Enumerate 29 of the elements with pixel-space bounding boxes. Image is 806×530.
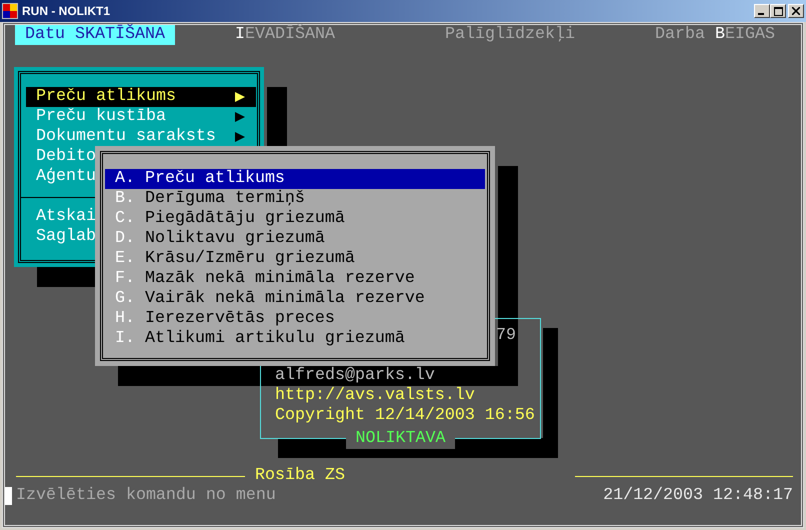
report-menu-item[interactable]: E. Krāsu/Izmēru griezumā [105, 249, 485, 269]
report-menu-item[interactable]: G. Vairāk nekā minimāla rezerve [105, 289, 485, 309]
info-line: 79 [496, 326, 516, 346]
maximize-icon [774, 6, 782, 16]
info-line: Copyright 12/14/2003 16:56 [275, 406, 535, 426]
report-menu-item[interactable]: D. Noliktavu griezumā [105, 229, 485, 249]
menu-item[interactable]: IEVADĪŠANA [225, 25, 345, 45]
menu-item[interactable]: Preču atlikums [26, 87, 256, 107]
info-line: http://avs.valsts.lv [275, 386, 475, 406]
minimize-button[interactable] [754, 4, 770, 18]
report-menu-item[interactable]: F. Mazāk nekā minimāla rezerve [105, 269, 485, 289]
menu-item[interactable]: Darba BEIGAS [645, 25, 785, 45]
close-button[interactable] [788, 4, 804, 18]
text-cursor [5, 487, 12, 505]
status-datetime: 21/12/2003 12:48:17 [603, 486, 793, 506]
info-line: alfreds@parks.lv [275, 366, 435, 386]
maximize-button[interactable] [770, 4, 786, 18]
report-menu-item[interactable]: I. Atlikumi artikulu griezumā [105, 329, 485, 349]
report-menu-item[interactable]: A. Preču atlikums [105, 169, 485, 189]
close-icon [792, 7, 800, 15]
info-box-title: NOLIKTAVA [346, 429, 456, 449]
status-message: Izvēlēties komandu no menu [16, 486, 277, 506]
window-title: RUN - NOLIKT1 [22, 4, 111, 18]
status-title: Rosība ZS [254, 466, 346, 486]
report-menu-item[interactable]: B. Derīguma termiņš [105, 189, 485, 209]
menu-item[interactable]: Datu SKATĪŠANA [15, 25, 175, 45]
report-menu-item[interactable]: H. Ierezervētās preces [105, 309, 485, 329]
report-menu-item[interactable]: C. Piegādātāju griezumā [105, 209, 485, 229]
ms-dos-icon [2, 3, 18, 19]
